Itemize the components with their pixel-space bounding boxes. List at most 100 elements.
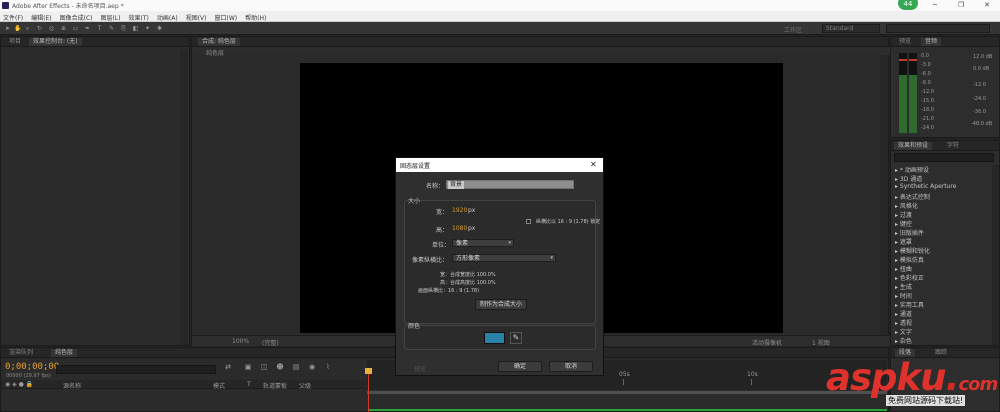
view-layout-select[interactable]: 1 视图 [812,338,830,347]
effects-category[interactable]: ▸ Synthetic Aperture [895,183,956,190]
column-source-name[interactable]: 源名称 [63,381,81,390]
composition-breadcrumb[interactable]: 纯色层 [206,48,224,57]
magnification-select[interactable]: 100% [232,338,249,345]
roto-brush-tool-icon[interactable]: ✦ [144,25,151,32]
effects-category[interactable]: ▸ 文字 [895,327,912,336]
selection-tool-icon[interactable]: ➤ [4,25,11,32]
comp-mini-flowchart-icon[interactable]: ⇄ [223,363,233,374]
layer-duration-bar[interactable] [369,409,887,411]
pixel-aspect-select[interactable]: 方形像素 ▾ [452,254,556,262]
effects-category[interactable]: ▸ 生成 [895,282,912,291]
column-mode[interactable]: 模式 [213,381,225,390]
frame-blending-icon[interactable]: ▤ [291,363,301,374]
effects-category[interactable]: ▸ 遮罩 [895,237,912,246]
draft-3d-icon[interactable]: ◫ [259,363,269,374]
type-tool-icon[interactable]: T [96,25,103,32]
menu-window[interactable]: 窗口(W) [214,13,237,22]
color-swatch[interactable] [484,332,505,344]
effects-category[interactable]: ▸ 透视 [895,318,912,327]
effects-category[interactable]: ▸ 模拟仿真 [895,255,924,264]
effects-category[interactable]: ▸ 风格化 [895,201,918,210]
menu-file[interactable]: 文件(F) [3,13,23,22]
clone-stamp-tool-icon[interactable]: ⎘ [120,25,127,32]
timeline-search-input[interactable] [56,365,216,374]
column-track-matte[interactable]: 轨道蒙板 [263,381,287,390]
graph-editor-icon[interactable]: ⌇ [323,363,333,374]
effects-category[interactable]: ▸ 旧版插件 [895,228,924,237]
effects-category[interactable]: ▸ 色彩校正 [895,273,924,282]
effects-category[interactable]: ▸ 表达式控制 [895,192,930,201]
project-scrollbar[interactable] [180,49,188,345]
motion-blur-icon[interactable]: ◉ [307,363,317,374]
menu-help[interactable]: 帮助(H) [245,13,266,22]
shy-layers-icon[interactable]: ☻ [275,363,285,374]
menu-bar: 文件(F) 编辑(E) 图像合成(C) 图层(L) 效果(T) 动画(A) 视图… [0,11,1000,22]
search-help-input[interactable] [886,24,990,33]
tab-preview[interactable]: 预览 [895,38,915,46]
brush-tool-icon[interactable]: ✎ [108,25,115,32]
height-value[interactable]: 1080 [452,225,467,232]
playhead-handle[interactable] [365,368,372,374]
composition-scrollbar[interactable] [880,55,888,335]
solid-name-input[interactable]: 背景 [446,180,574,189]
menu-composition[interactable]: 图像合成(C) [60,13,93,22]
notification-badge[interactable]: 44 [898,0,918,10]
pen-tool-icon[interactable]: ✒ [84,25,91,32]
effects-category[interactable]: ▸ 通道 [895,309,912,318]
menu-animation[interactable]: 动画(A) [157,13,178,22]
live-update-icon[interactable]: ▣ [243,363,253,374]
mask-tool-icon[interactable]: ▭ [72,25,79,32]
rotate-tool-icon[interactable]: ↻ [36,25,43,32]
eraser-tool-icon[interactable]: ◧ [132,25,139,32]
tab-project[interactable]: 项目 [5,38,25,46]
menu-effect[interactable]: 效果(T) [129,13,149,22]
camera-view-select[interactable]: 活动摄像机 [752,338,782,347]
name-label: 名称： [426,183,445,190]
minimize-button[interactable]: ─ [924,0,946,11]
tab-character[interactable]: 字符 [943,142,963,150]
effects-category[interactable]: ▸ 杂色 [895,336,912,345]
current-time-display[interactable]: 0;00;00;00 [5,362,59,372]
effects-scrollbar[interactable] [992,165,999,345]
effects-category[interactable]: ▸ 实用工具 [895,300,924,309]
tab-effects-presets[interactable]: 效果和预设 [894,142,933,150]
tab-composition[interactable]: 合成: 纯色层 [198,38,240,46]
effects-category[interactable]: ▸ * 动画预设 [895,165,929,174]
units-select[interactable]: 像素 ▾ [452,239,514,247]
effects-category[interactable]: ▸ 时间 [895,291,912,300]
close-icon[interactable]: ✕ [590,160,597,170]
preview-checkbox-label[interactable]: 预览 [414,364,426,373]
menu-view[interactable]: 视图(V) [186,13,207,22]
cancel-button[interactable]: 取消 [549,361,593,372]
eyedropper-icon[interactable]: ✎ [510,332,522,344]
effects-category[interactable]: ▸ 键控 [895,219,912,228]
close-window-button[interactable]: ✕ [976,0,998,11]
effects-category[interactable]: ▸ 过渡 [895,210,912,219]
maximize-button[interactable]: ❐ [950,0,972,11]
effects-category[interactable]: ▸ 3D 通道 [895,174,922,183]
resolution-select[interactable]: (完整) [262,338,279,347]
menu-layer[interactable]: 图层(L) [101,13,121,22]
menu-edit[interactable]: 编辑(E) [31,13,51,22]
pan-behind-tool-icon[interactable]: ⊕ [60,25,67,32]
tab-render-queue[interactable]: 渲染队列 [5,349,37,357]
effects-category[interactable]: ▸ 模糊和锐化 [895,246,930,255]
lock-aspect-checkbox[interactable] [526,219,531,224]
tab-audio[interactable]: 音频 [921,38,942,46]
column-parent[interactable]: 父级 [299,381,311,390]
tab-timeline-comp[interactable]: 纯色层 [51,349,78,357]
hand-tool-icon[interactable]: ✋ [14,25,21,32]
column-track-t[interactable]: T [247,381,251,388]
width-value[interactable]: 1920 [452,207,467,214]
puppet-tool-icon[interactable]: ✱ [156,25,163,32]
workspace-select[interactable]: Standard [822,24,880,33]
make-comp-size-button[interactable]: 制作为合成大小 [475,299,527,310]
zoom-tool-icon[interactable]: ⌕ [24,25,31,32]
camera-tool-icon[interactable]: ◎ [48,25,55,32]
playhead-line[interactable] [368,370,369,412]
work-area-bar[interactable] [367,391,887,394]
effects-search-input[interactable] [894,153,994,162]
effects-category[interactable]: ▸ 扭曲 [895,264,912,273]
ok-button[interactable]: 确定 [498,361,542,372]
tab-effect-controls[interactable]: 效果控制台: (无) [29,38,82,46]
